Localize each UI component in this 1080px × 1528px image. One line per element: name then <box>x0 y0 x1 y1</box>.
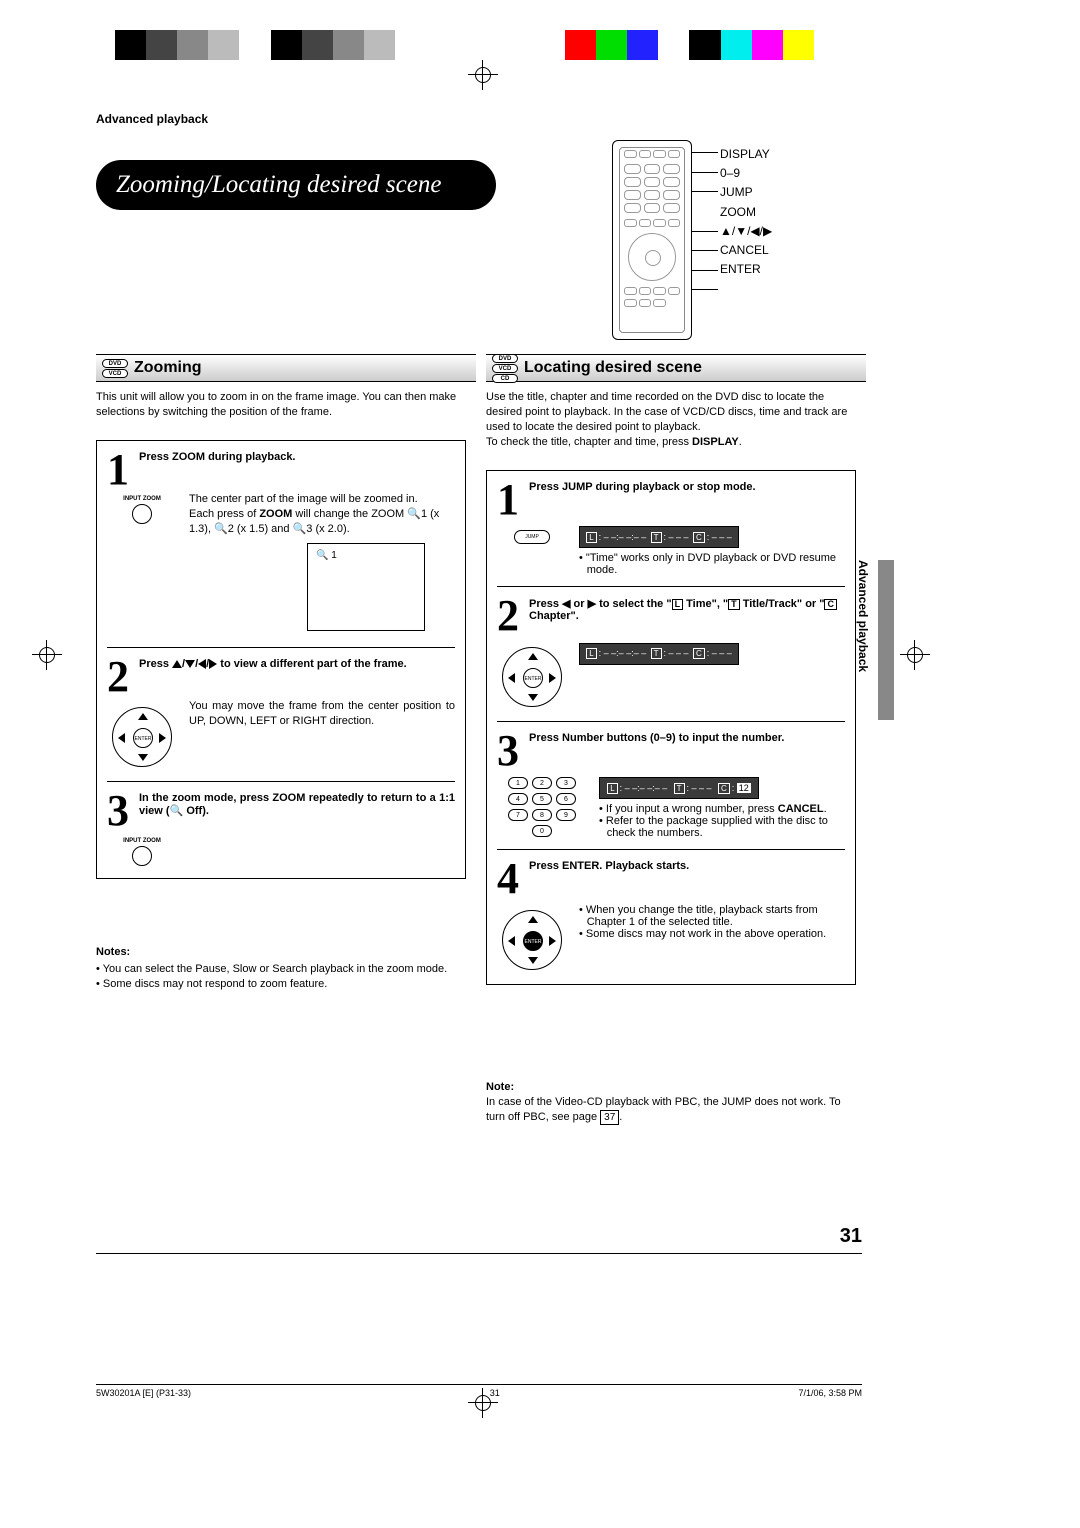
callout-line <box>692 172 718 173</box>
running-header: Advanced playback <box>96 112 208 126</box>
callout-line <box>692 231 718 232</box>
label-0-9: 0–9 <box>720 164 772 183</box>
callout-line <box>692 289 718 290</box>
label-jump: JUMP <box>720 183 772 202</box>
locating-intro: Use the title, chapter and time recorded… <box>486 390 856 449</box>
step1-desc2: Each press of ZOOM will change the ZOOM … <box>189 507 455 537</box>
r-step3-bullet2: Refer to the package supplied with the d… <box>599 815 845 839</box>
osd-display: L: – –:– –:– – T: – – – C: – – – <box>579 643 739 665</box>
step-number-3: 3 <box>107 792 137 829</box>
r-step3-bullet1: If you input a wrong number, press CANCE… <box>599 803 845 815</box>
zooming-notes: Notes: You can select the Pause, Slow or… <box>96 945 466 992</box>
badge-dvd: DVD <box>102 359 128 368</box>
note-item: You can select the Pause, Slow or Search… <box>96 962 466 977</box>
note-item: Some discs may not respond to zoom featu… <box>96 977 466 992</box>
thumb-tab-block <box>878 560 894 720</box>
zooming-steps-box: 1 Press ZOOM during playback. INPUT ZOOM… <box>96 440 466 879</box>
registration-cross-left <box>32 640 62 670</box>
print-registration-grays <box>115 30 395 60</box>
step-number-3: 3 <box>497 732 527 769</box>
zoom-button-icon <box>132 504 152 524</box>
step-number-1: 1 <box>497 481 527 518</box>
step2-desc: You may move the frame from the center p… <box>189 699 455 729</box>
r-step4-head: Press ENTER. Playback starts. <box>529 860 845 872</box>
zoom-btn-label-2: INPUT ZOOM <box>107 838 177 844</box>
callout-line <box>692 250 718 251</box>
locating-heading: DVD VCD CD Locating desired scene <box>486 354 866 382</box>
footer-right: 7/1/06, 3:58 PM <box>798 1388 862 1398</box>
badge-vcd: VCD <box>492 364 518 373</box>
locating-title: Locating desired scene <box>524 359 702 377</box>
page-number-rule <box>96 1253 862 1254</box>
osd-display: L: – –:– –:– – T: – – – C: – – – <box>579 526 739 548</box>
zoom-preview-screen: 🔍 1 <box>307 543 425 631</box>
print-registration-colors <box>565 30 845 60</box>
label-enter: ENTER <box>720 260 772 279</box>
notes-heading: Notes: <box>96 945 466 960</box>
imposition-footer: 5W30201A [E] (P31-33) 31 7/1/06, 3:58 PM <box>96 1384 862 1398</box>
zooming-title: Zooming <box>134 359 202 377</box>
zoom-level-indicator: 🔍 1 <box>316 550 337 561</box>
callout-line <box>692 152 718 153</box>
callout-line <box>692 270 718 271</box>
number-pad-icon: 123 456 789 0 <box>497 777 587 837</box>
zooming-heading: DVD VCD Zooming <box>96 354 476 382</box>
page-ref-box: 37 <box>600 1110 619 1126</box>
callout-line <box>692 191 718 192</box>
zoom-button-icon <box>132 846 152 866</box>
page-root: Advanced playback Zooming/Locating desir… <box>0 0 1080 1528</box>
step2-head: Press /// to view a different part of th… <box>139 658 455 670</box>
r-step3-head: Press Number buttons (0–9) to input the … <box>529 732 845 744</box>
registration-cross-right <box>900 640 930 670</box>
step3-head: In the zoom mode, press ZOOM repeatedly … <box>139 792 455 817</box>
dpad-icon: ENTER <box>502 647 562 707</box>
page-number: 31 <box>840 1225 862 1248</box>
r-step1-head: Press JUMP during playback or stop mode. <box>529 481 845 493</box>
step1-desc1: The center part of the image will be zoo… <box>189 492 455 507</box>
badge-cd: CD <box>492 374 518 383</box>
zoom-btn-label: INPUT ZOOM <box>107 496 177 502</box>
label-arrows: ▲/▼/◀/▶ <box>720 222 772 241</box>
dpad-icon: ENTER <box>502 910 562 970</box>
label-display: DISPLAY <box>720 145 772 164</box>
zooming-intro: This unit will allow you to zoom in on t… <box>96 390 466 420</box>
jump-button-icon: JUMP <box>514 530 550 544</box>
thumb-tab-label: Advanced playback <box>856 560 870 672</box>
remote-callout-labels: DISPLAY 0–9 JUMP ZOOM ▲/▼/◀/▶ CANCEL ENT… <box>720 145 772 279</box>
label-cancel: CANCEL <box>720 241 772 260</box>
page-title: Zooming/Locating desired scene <box>96 160 496 210</box>
note-heading: Note: <box>486 1080 856 1095</box>
locating-steps-box: 1 Press JUMP during playback or stop mod… <box>486 470 856 985</box>
footer-mid: 31 <box>490 1388 500 1398</box>
label-zoom: ZOOM <box>720 203 772 222</box>
remote-illustration <box>612 140 692 340</box>
dpad-icon: ENTER <box>112 707 172 767</box>
footer-left: 5W30201A [E] (P31-33) <box>96 1388 191 1398</box>
locating-note: Note: In case of the Video-CD playback w… <box>486 1080 856 1125</box>
r-step1-bullet: "Time" works only in DVD playback or DVD… <box>579 552 845 576</box>
badge-vcd: VCD <box>102 369 128 378</box>
r-step4-bullet: Some discs may not work in the above ope… <box>579 928 845 940</box>
badge-dvd: DVD <box>492 354 518 363</box>
osd-display: L: – –:– –:– – T: – – – C: 12 <box>599 777 759 799</box>
step-number-2: 2 <box>497 597 527 634</box>
r-step2-head: Press ◀ or ▶ to select the "L Time", "T … <box>529 597 845 622</box>
r-step4-bullet: When you change the title, playback star… <box>579 904 845 928</box>
registration-cross-top <box>468 60 498 90</box>
step-number-2: 2 <box>107 658 137 695</box>
step-number-1: 1 <box>107 451 137 488</box>
step-number-4: 4 <box>497 860 527 897</box>
step1-head: Press ZOOM during playback. <box>139 451 455 463</box>
